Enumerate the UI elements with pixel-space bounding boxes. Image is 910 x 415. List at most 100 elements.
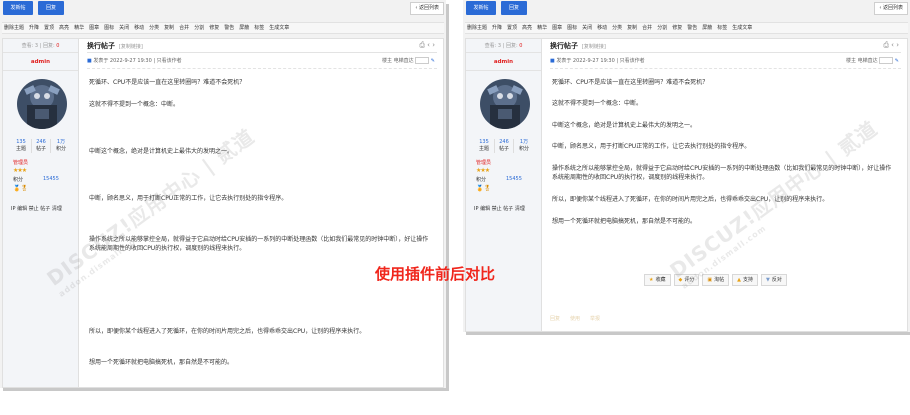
new-post-button[interactable]: 发新帖 xyxy=(3,1,33,15)
replies-label: 回复: xyxy=(42,43,55,49)
back-to-list-button[interactable]: ‹ 返回列表 xyxy=(410,2,444,15)
replies-label: 回复: xyxy=(505,43,518,49)
floor-label: 楼主 xyxy=(845,58,856,64)
mod-action-item[interactable]: 升降 xyxy=(29,25,39,31)
mod-action-item[interactable]: 图标 xyxy=(104,25,114,31)
mod-action-item[interactable]: 移动 xyxy=(134,25,144,31)
mod-action-item[interactable]: 警告 xyxy=(224,25,234,31)
mod-action-item[interactable]: 图章 xyxy=(552,25,562,31)
mod-action-item[interactable]: 置顶 xyxy=(507,25,517,31)
mod-action-item[interactable]: 分割 xyxy=(657,25,667,31)
pen-icon[interactable]: ✎ xyxy=(895,58,899,64)
goto-floor-input[interactable] xyxy=(415,57,430,64)
user-group[interactable]: 管理员 xyxy=(476,159,491,166)
panel-shadow-right xyxy=(466,332,910,335)
mod-action-item[interactable]: 分类 xyxy=(149,25,159,31)
mod-action-item[interactable]: 合并 xyxy=(179,25,189,31)
points-label: 积分 xyxy=(13,177,24,183)
stat-threads-num: 135 xyxy=(16,139,26,145)
mod-action-item[interactable]: 合并 xyxy=(642,25,652,31)
mod-action-item[interactable]: 删除主题 xyxy=(4,25,24,31)
avatar[interactable] xyxy=(17,79,67,129)
footer-report-link[interactable]: 举报 xyxy=(590,315,600,322)
mod-action-item[interactable]: 升降 xyxy=(492,25,502,31)
mod-action-item[interactable]: 标签 xyxy=(254,25,264,31)
pen-icon[interactable]: ✎ xyxy=(431,58,435,64)
stat-posts-label: 帖子 xyxy=(35,146,46,152)
mod-action-item[interactable]: 置顶 xyxy=(44,25,54,31)
author-name[interactable]: admin xyxy=(3,53,78,71)
support-button[interactable]: ▲ 支持 xyxy=(732,274,758,286)
copy-link[interactable]: [复制链接] xyxy=(582,44,606,50)
oppose-button[interactable]: ▼ 反对 xyxy=(761,274,787,286)
admin-links[interactable]: IP 编辑 禁止 帖子 清理 xyxy=(474,205,525,212)
mod-action-item[interactable]: 屏蔽 xyxy=(702,25,712,31)
mod-action-item[interactable]: 关闭 xyxy=(119,25,129,31)
user-group[interactable]: 管理员 xyxy=(13,159,28,166)
favorite-label: 收藏 xyxy=(655,277,666,283)
mod-action-item[interactable]: 复制 xyxy=(627,25,637,31)
panel-shadow-left-bottom xyxy=(3,388,449,391)
stat-posts[interactable]: 246 帖子 xyxy=(494,139,514,153)
mod-action-item[interactable]: 标签 xyxy=(717,25,727,31)
author-name[interactable]: admin xyxy=(466,53,541,71)
mod-action-item[interactable]: 屏蔽 xyxy=(239,25,249,31)
mod-action-item[interactable]: 精华 xyxy=(537,25,547,31)
points-value: 15455 xyxy=(506,176,522,182)
replies-count: 0 xyxy=(56,43,60,49)
mod-action-item[interactable]: 分类 xyxy=(612,25,622,31)
stat-threads[interactable]: 135 主题 xyxy=(474,139,494,153)
only-author-link[interactable]: 只看该作者 xyxy=(157,58,182,64)
paragraph: 想用一个死循环就把电脑搞死机，那自然是不可能的。 xyxy=(89,359,234,366)
new-post-button[interactable]: 发新帖 xyxy=(466,1,496,15)
mod-action-item[interactable]: 生成文章 xyxy=(732,25,752,31)
avatar-image xyxy=(480,79,530,129)
mod-action-item[interactable]: 高亮 xyxy=(59,25,69,31)
mod-action-item[interactable]: 精华 xyxy=(74,25,84,31)
only-author-link[interactable]: 只看该作者 xyxy=(620,58,645,64)
mod-action-item[interactable]: 复制 xyxy=(164,25,174,31)
replies-count: 0 xyxy=(519,43,523,49)
mod-action-item[interactable]: 修复 xyxy=(209,25,219,31)
share-button[interactable]: ▣ 淘帖 xyxy=(702,274,730,286)
avatar[interactable] xyxy=(480,79,530,129)
back-to-list-button[interactable]: ‹ 返回列表 xyxy=(874,2,908,15)
footer-use-link[interactable]: 使用 xyxy=(570,315,580,322)
mod-action-item[interactable]: 关闭 xyxy=(582,25,592,31)
stat-threads[interactable]: 135 主题 xyxy=(11,139,31,153)
footer-links: 回复 使用 举报 xyxy=(550,315,600,322)
print-icon[interactable]: ⎙ ‹ › xyxy=(883,41,899,50)
stat-points-label: 积分 xyxy=(55,146,66,152)
stat-points[interactable]: 1万 积分 xyxy=(514,139,534,153)
favorite-button[interactable]: ★ 收藏 xyxy=(644,274,671,286)
mod-action-item[interactable]: 分割 xyxy=(194,25,204,31)
reply-button[interactable]: 回复 xyxy=(38,1,64,15)
mod-action-item[interactable]: 删除主题 xyxy=(467,25,487,31)
print-icon[interactable]: ⎙ ‹ › xyxy=(419,41,435,50)
stat-threads-label: 主题 xyxy=(478,146,489,152)
mod-action-item[interactable]: 移动 xyxy=(597,25,607,31)
copy-link[interactable]: [复制链接] xyxy=(119,44,143,50)
paragraph: 这就不得不提到一个概念：中断。 xyxy=(89,101,180,108)
stat-threads-label: 主题 xyxy=(15,146,26,152)
mod-action-item[interactable]: 高亮 xyxy=(522,25,532,31)
footer-reply-link[interactable]: 回复 xyxy=(550,315,560,322)
paragraph: 操作系统之所以能够掌控全局，就得益于它启动时给CPU安插的一系列的中断处理函数（… xyxy=(552,165,892,181)
thread-title: 换行帖子 xyxy=(550,42,578,50)
right-screenshot-panel: 发新帖 回复 ‹ 返回列表 删除主题 升降 置顶 高亮 精华 图章 图标 关闭 移动 分类 复制 合并… xyxy=(463,0,910,332)
mod-action-item[interactable]: 图标 xyxy=(567,25,577,31)
mod-action-item[interactable]: 警告 xyxy=(687,25,697,31)
title-row: 换行帖子 [复制链接] ⎙ ‹ › xyxy=(87,39,437,53)
medal-icons: 🏅🎖 xyxy=(13,185,29,192)
mod-action-item[interactable]: 生成文章 xyxy=(269,25,289,31)
goto-floor-input[interactable] xyxy=(879,57,894,64)
stat-points[interactable]: 1万 积分 xyxy=(51,139,71,153)
mod-action-item[interactable]: 修复 xyxy=(672,25,682,31)
paragraph: 中断这个概念，绝对是计算机史上最伟大的发明之一。 xyxy=(89,148,234,155)
stat-posts[interactable]: 246 帖子 xyxy=(31,139,51,153)
rate-label: 评分 xyxy=(684,277,695,283)
mod-action-item[interactable]: 图章 xyxy=(89,25,99,31)
rate-button[interactable]: ◆ 评分 xyxy=(673,274,700,286)
admin-links[interactable]: IP 编辑 禁止 帖子 清理 xyxy=(11,205,62,212)
reply-button[interactable]: 回复 xyxy=(501,1,527,15)
